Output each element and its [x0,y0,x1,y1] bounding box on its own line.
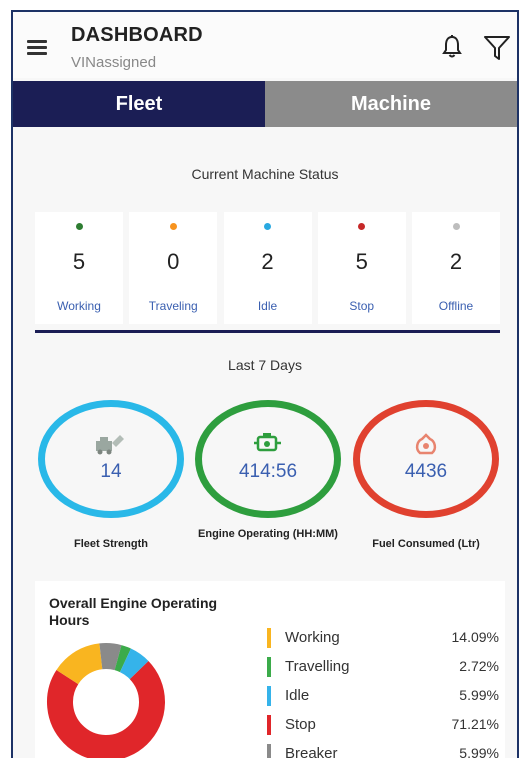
legend-label: Idle [285,687,310,704]
tab-fleet[interactable]: Fleet [13,81,265,127]
status-dot [169,223,177,230]
legend-swatch [267,715,271,735]
status-dot [75,223,83,230]
status-divider [35,330,500,333]
fuel-icon [412,431,440,462]
legend-swatch [267,686,271,706]
fleet-icon [94,431,128,460]
legend-label: Working [285,629,340,646]
status-card-traveling[interactable]: 0 Traveling [129,212,218,324]
legend-value: 5.99% [459,687,499,703]
legend-swatch [267,628,271,648]
status-dot [358,223,366,230]
status-label: Traveling [148,299,198,313]
status-label: Working [57,299,101,313]
bell-icon[interactable] [441,34,463,60]
operating-hours-legend: Working 14.09% Travelling 2.72% Idle 5.9… [267,625,499,758]
legend-item-breaker: Breaker 5.99% [267,741,499,758]
page-title: DASHBOARD [71,24,203,46]
status-card-stop[interactable]: 5 Stop [317,212,406,324]
status-count: 5 [72,249,86,274]
legend-swatch [267,744,271,758]
fuel-consumed-gauge[interactable]: 4436 [353,400,499,518]
summary-gauges: 14 414:56 4436 Fleet Strength Engine Ope… [13,400,517,560]
operating-hours-card: Overall Engine Operating Hours Working 1… [35,581,505,758]
status-count: 5 [355,249,368,274]
legend-label: Breaker [285,745,338,758]
engine-operating-caption: Engine Operating (HH:MM) [198,528,338,540]
fleet-strength-caption: Fleet Strength [74,538,148,550]
legend-value: 2.72% [459,658,499,674]
status-dot [452,223,460,230]
machine-status-heading: Current Machine Status [191,166,339,182]
status-count: 2 [261,249,274,274]
legend-item-idle: Idle 5.99% [267,683,499,712]
status-card-offline[interactable]: 2 Offline [412,212,500,324]
legend-item-working: Working 14.09% [267,625,499,654]
legend-label: Stop [285,716,316,733]
engine-operating-gauge[interactable]: 414:56 [195,400,341,518]
fuel-consumed-caption: Fuel Consumed (Ltr) [372,538,480,550]
status-dot [264,223,271,230]
tab-machine[interactable]: Machine [265,81,517,127]
legend-value: 5.99% [459,745,499,758]
machine-status-row: 5 Working 0 Traveling 2 Idle 5 Stop 2 Of… [35,212,500,324]
status-count: 2 [449,249,463,274]
operating-hours-title: Overall Engine Operating Hours [49,595,218,628]
legend-label: Travelling [285,658,350,675]
legend-item-stop: Stop 71.21% [267,712,499,741]
fleet-strength-gauge[interactable]: 14 [38,400,184,518]
engine-icon [253,431,283,460]
status-card-idle[interactable]: 2 Idle [223,212,312,324]
fleet-strength-value: 14 [100,461,122,482]
legend-value: 71.21% [451,716,499,732]
summary-heading: Last 7 Days [228,357,302,373]
tab-bar: Fleet Machine [13,81,517,127]
engine-operating-value: 414:56 [238,461,298,482]
fuel-consumed-value: 4436 [404,461,448,482]
legend-value: 14.09% [451,629,499,645]
status-count: 0 [167,249,180,274]
app-frame: DASHBOARD VINassigned Fleet Machine Curr… [11,10,519,758]
status-label: Stop [349,299,375,313]
status-label: Offline [438,299,474,313]
legend-item-travelling: Travelling 2.72% [267,654,499,683]
page-subtitle: VINassigned [71,54,157,71]
legend-swatch [267,657,271,677]
filter-icon[interactable] [483,34,511,62]
status-label: Idle [257,299,278,313]
status-card-working[interactable]: 5 Working [35,212,123,324]
operating-hours-donut-chart[interactable] [41,637,171,758]
hamburger-menu-icon[interactable] [27,40,47,56]
app-bar: DASHBOARD VINassigned [13,12,517,78]
